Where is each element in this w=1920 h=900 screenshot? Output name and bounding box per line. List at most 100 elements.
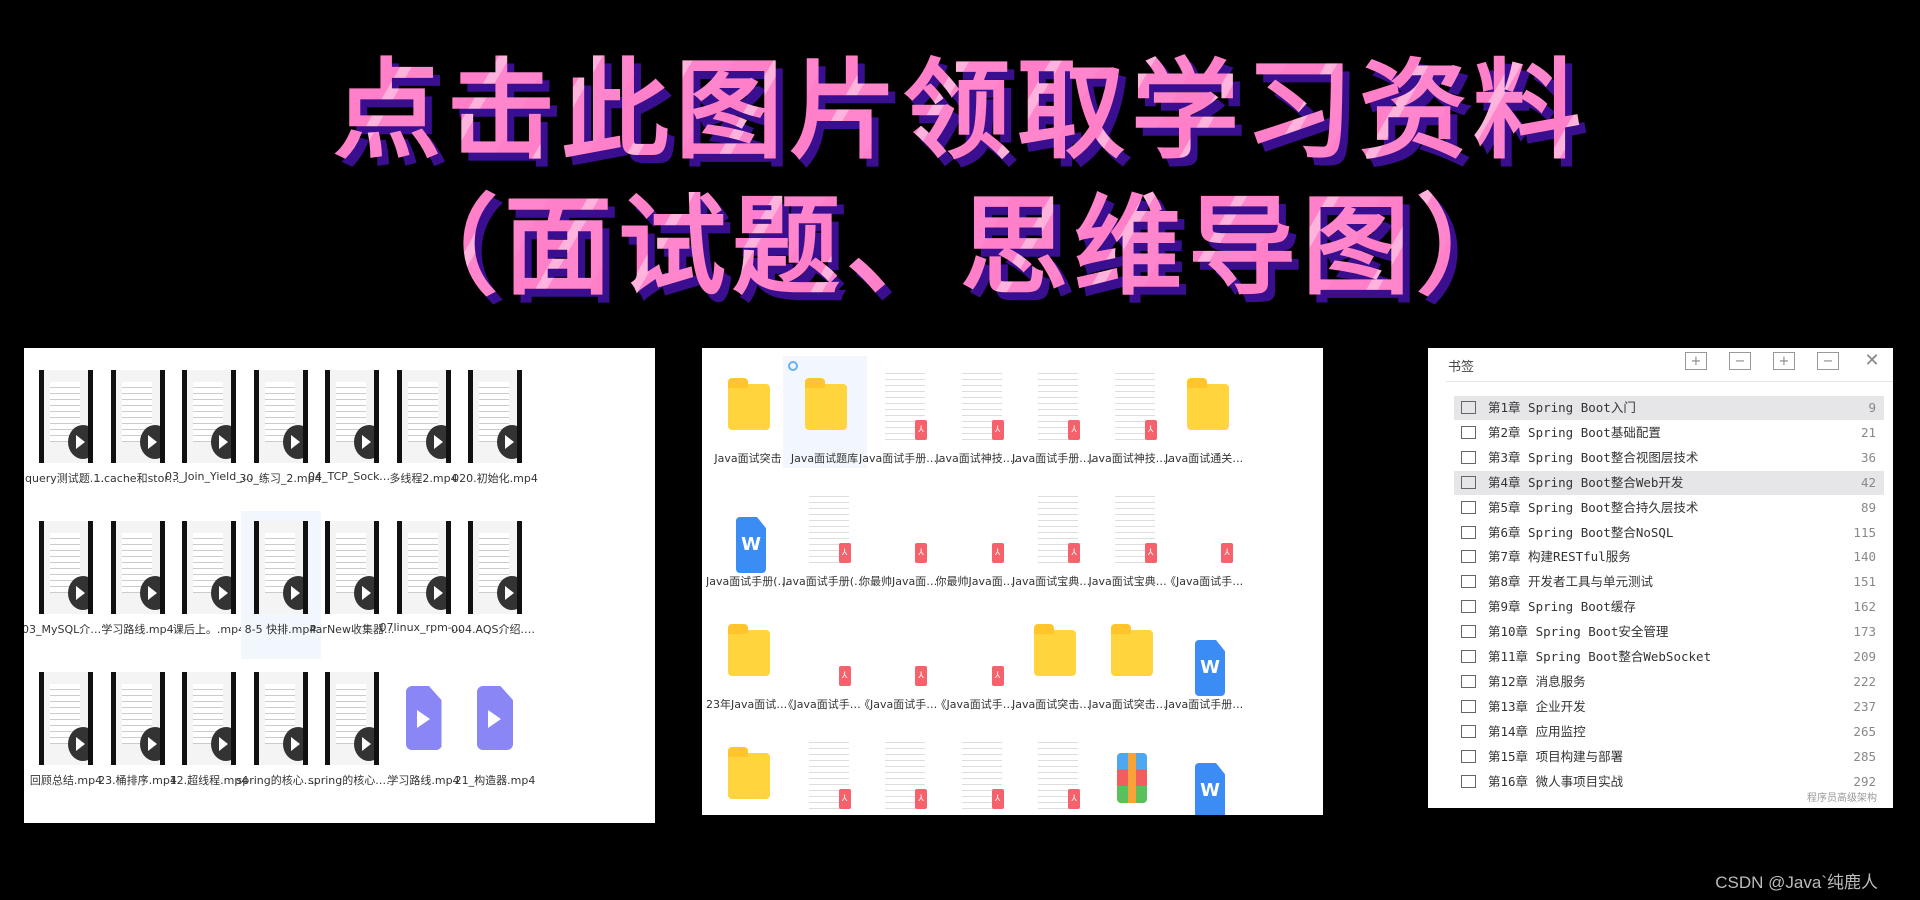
- video-file-icon: [477, 686, 513, 750]
- video-thumbnail: [325, 521, 379, 614]
- video-thumbnail: [110, 521, 165, 614]
- file-name: Java面试手册.pdf: [1012, 452, 1096, 465]
- bookmark-item[interactable]: 第13章 企业开发 237: [1454, 695, 1884, 719]
- add-bookmark-icon[interactable]: +: [1773, 352, 1795, 370]
- folder-icon: [804, 378, 847, 430]
- file-item[interactable]: ⅄ 《Java面试手册...: [1165, 479, 1249, 591]
- file-item[interactable]: ⅄Java面试手册24...: [783, 725, 867, 815]
- file-item[interactable]: ⅄Java面试题汇总...: [936, 725, 1020, 815]
- file-name: Java面试宝典PL...: [1012, 575, 1096, 588]
- folder-icon: [728, 378, 770, 430]
- file-item[interactable]: ⅄ 《Java面试手册...: [859, 602, 943, 714]
- file-item[interactable]: ⅄ Java面试宝典PL...: [1089, 479, 1173, 591]
- file-item[interactable]: Java面试突击核...: [1089, 602, 1173, 714]
- pdf-icon: ⅄: [915, 543, 927, 563]
- video-thumbnail: [253, 521, 308, 614]
- file-item[interactable]: Java面试题库: [782, 356, 867, 468]
- file-item[interactable]: ⅄ Java面试神技.pdf: [1089, 356, 1173, 468]
- bookmark-item[interactable]: 第6章 Spring Boot整合NoSQL 115: [1454, 521, 1884, 545]
- bookmark-icon: [1461, 500, 1476, 514]
- file-name: 020.初始化.mp4: [452, 472, 538, 485]
- video-file-panel: jquery测试题.mp41.cache和store...03_Join_Yie…: [24, 348, 655, 823]
- file-name: 你最帅Java面试...: [935, 575, 1020, 588]
- file-name: Java面试神技.pdf: [1088, 452, 1173, 465]
- file-item[interactable]: W Java面试手册(1)...: [706, 479, 790, 591]
- file-item[interactable]: ⅄ Java面试神技.pdf: [936, 356, 1020, 468]
- file-item[interactable]: Java面试突击核...: [1012, 602, 1096, 714]
- close-icon[interactable]: ✕: [1861, 352, 1883, 370]
- bookmark-item[interactable]: 第8章 开发者工具与单元测试 151: [1454, 570, 1884, 594]
- file-item[interactable]: 004.AQS介绍.mp4: [451, 511, 539, 659]
- file-item[interactable]: Java面试通关手册: [1165, 356, 1249, 468]
- file-item[interactable]: ⅄ Java面试手册(1)...: [783, 479, 867, 591]
- selected-check-icon[interactable]: [787, 361, 798, 371]
- file-name: 《Java面试手册...: [935, 698, 1020, 711]
- file-item[interactable]: ⅄ 《Java面试手册...: [783, 602, 867, 714]
- bookmark-item[interactable]: 第16章 微人事项目实战 292: [1454, 770, 1884, 794]
- bookmark-page: 173: [1853, 624, 1876, 640]
- file-item[interactable]: ⅄ 你最帅Java面试...: [936, 479, 1020, 591]
- file-name: 你最帅Java面试...: [859, 575, 943, 588]
- remove-bookmark-icon[interactable]: −: [1817, 352, 1839, 370]
- file-item[interactable]: 020.初始化.mp4: [452, 360, 538, 508]
- bookmark-page: 237: [1853, 698, 1876, 714]
- bookmark-panel: 书签 + − + − ✕ 程序员高级架构 第1章 Spring Boot入门 9 第2章 S…: [1428, 348, 1893, 808]
- bookmark-item[interactable]: 第9章 Spring Boot缓存 162: [1454, 595, 1884, 619]
- file-item[interactable]: ⅄ 你最帅Java面试...: [859, 479, 943, 591]
- bookmark-page: 115: [1853, 524, 1876, 540]
- bookmark-item[interactable]: 第15章 项目构建与部署 285: [1454, 745, 1884, 769]
- bookmark-icon: [1461, 475, 1476, 489]
- bookmark-icon: [1461, 699, 1476, 713]
- bookmark-item[interactable]: 第12章 消息服务 222: [1454, 670, 1884, 694]
- bookmark-icon: [1461, 724, 1476, 738]
- bookmark-icon: [1461, 575, 1476, 589]
- bookmark-page: 151: [1853, 574, 1876, 590]
- file-item[interactable]: 21_构造器.mp4: [455, 662, 535, 810]
- play-icon: [68, 727, 88, 761]
- file-item[interactable]: ⅄ Java面试手册.pdf: [1012, 356, 1096, 468]
- expand-all-icon[interactable]: +: [1685, 352, 1707, 370]
- file-item[interactable]: ⅄Java面试题汇总...: [1012, 725, 1096, 815]
- file-item[interactable]: W Java面试手册24...: [1165, 602, 1249, 714]
- file-name: Java面试宝典PL...: [1088, 575, 1173, 588]
- bookmark-title: 第4章 Spring Boot整合Web开发: [1488, 474, 1684, 490]
- video-thumbnail: [253, 370, 308, 463]
- bookmark-icon: [1461, 401, 1476, 414]
- bookmark-item[interactable]: 第7章 构建RESTful服务 140: [1454, 545, 1884, 569]
- bookmark-page: 209: [1853, 649, 1876, 664]
- file-name: 004.AQS介绍.mp4: [451, 623, 539, 636]
- bookmark-item[interactable]: 第5章 Spring Boot整合持久层技术 89: [1454, 496, 1884, 520]
- bookmark-title: 第5章 Spring Boot整合持久层技术: [1488, 499, 1699, 515]
- file-item[interactable]: ⅄ Java面试宝典PL...: [1012, 479, 1096, 591]
- bookmark-title: 第7章 构建RESTful服务: [1488, 549, 1631, 565]
- play-icon: [68, 576, 88, 610]
- video-thumbnail: [182, 672, 236, 765]
- file-item[interactable]: ⅄ 《Java面试手册...: [936, 602, 1020, 714]
- bookmark-item[interactable]: 第2章 Spring Boot基础配置 21: [1454, 421, 1884, 445]
- bookmark-item[interactable]: 第11章 Spring Boot整合WebSocket 209: [1454, 645, 1884, 669]
- file-item[interactable]: 1.cache和store...: [94, 360, 182, 508]
- file-item[interactable]: 2021最新Java面...: [706, 725, 790, 815]
- file-item[interactable]: ParNew收集器...: [310, 511, 394, 659]
- banner-line1[interactable]: 点击此图片领取学习资料: [0, 52, 1920, 172]
- bookmark-title: 第15章 项目构建与部署: [1488, 748, 1624, 764]
- video-thumbnail: [39, 521, 93, 614]
- file-item[interactable]: Java面试突击: [706, 356, 790, 468]
- pdf-icon: ⅄: [991, 543, 1004, 563]
- file-item[interactable]: 30_练习_2.mp4: [239, 360, 322, 508]
- bookmark-item[interactable]: 第10章 Spring Boot安全管理 173: [1454, 620, 1884, 644]
- collapse-all-icon[interactable]: −: [1729, 352, 1751, 370]
- video-file-icon: [405, 686, 442, 750]
- file-item[interactable]: 史上针全解析...: [1089, 725, 1173, 815]
- bookmark-item[interactable]: 第1章 Spring Boot入门 9: [1454, 396, 1884, 420]
- play-icon: [211, 425, 231, 459]
- file-item[interactable]: ⅄Java面试手册24...: [859, 725, 943, 815]
- banner-line2[interactable]: （面试题、思维导图）: [0, 188, 1920, 308]
- file-item[interactable]: WJava面试题...: [1165, 725, 1249, 815]
- play-icon: [282, 425, 303, 459]
- bookmark-item[interactable]: 第4章 Spring Boot整合Web开发 42: [1454, 470, 1884, 495]
- bookmark-item[interactable]: 第14章 应用监控 265: [1454, 720, 1884, 744]
- bookmark-item[interactable]: 第3章 Spring Boot整合视图层技术 36: [1454, 446, 1884, 470]
- file-item[interactable]: 23年Java面试八...: [706, 602, 790, 714]
- file-item[interactable]: ⅄ Java面试手册.pdf: [859, 356, 943, 468]
